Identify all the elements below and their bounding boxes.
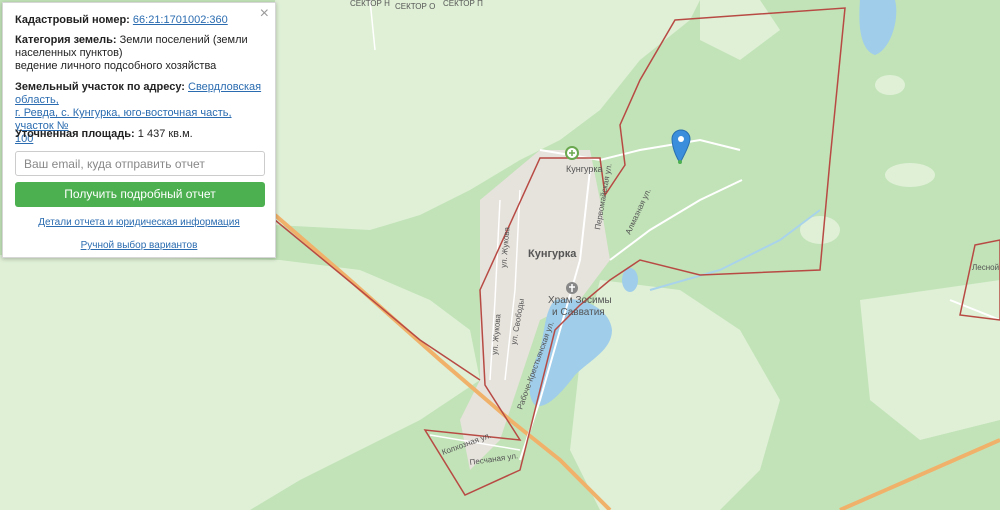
category-value-2: населенных пунктов) [15, 47, 123, 59]
info-panel: × Кадастровый номер: 66:21:1701002:360 К… [2, 2, 276, 258]
details-link[interactable]: Детали отчета и юридическая информация [3, 217, 275, 228]
label-edge: Лесной [972, 263, 999, 272]
category-value-3: ведение личного подсобного хозяйства [15, 60, 217, 72]
label-village-poi: Кунгурка [566, 164, 603, 174]
church-icon[interactable] [566, 282, 578, 294]
category-row: Категория земель: Земли поселений (земли… [15, 34, 263, 73]
cadastral-label: Кадастровый номер: [15, 14, 130, 26]
address-label: Земельный участок по адресу: [15, 81, 185, 93]
label-church-2: и Савватия [552, 307, 605, 318]
label-sector-n: СЕКТОР Н [350, 0, 390, 8]
get-report-button[interactable]: Получить подробный отчет [15, 182, 265, 207]
cadastral-row: Кадастровый номер: 66:21:1701002:360 [15, 14, 263, 27]
category-value-1: Земли поселений (земли [119, 34, 248, 46]
village-poi-icon[interactable] [565, 146, 579, 160]
label-village: Кунгурка [528, 248, 577, 260]
label-church-1: Храм Зосимы [548, 295, 612, 306]
label-sector-p: СЕКТОР П [443, 0, 483, 8]
pond-small [622, 268, 638, 292]
manual-selection-link[interactable]: Ручной выбор вариантов [3, 240, 275, 251]
cadastral-number-link[interactable]: 66:21:1701002:360 [133, 14, 228, 26]
label-sector-o: СЕКТОР О [395, 2, 435, 11]
area-label: Уточненная площадь: [15, 128, 135, 140]
email-input[interactable] [15, 151, 265, 176]
category-label: Категория земель: [15, 34, 117, 46]
area-row: Уточненная площадь: 1 437 кв.м. [15, 128, 263, 141]
area-value: 1 437 кв.м. [137, 128, 193, 140]
